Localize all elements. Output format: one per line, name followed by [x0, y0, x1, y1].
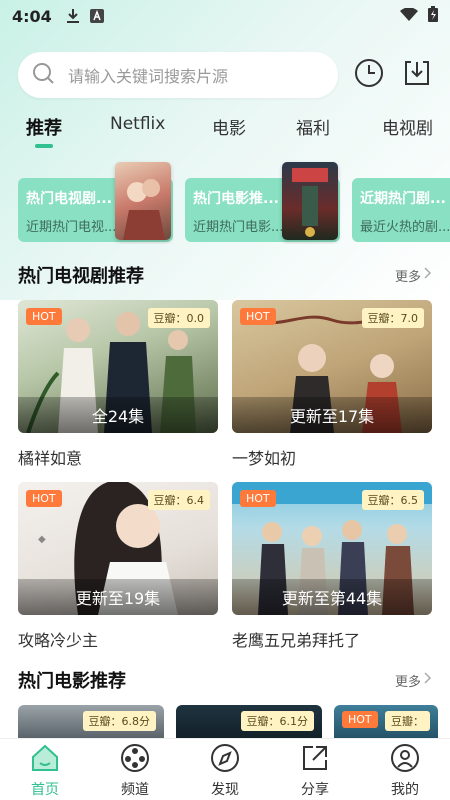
banner-recent-drama[interactable]: 近期热门剧... 最近火热的剧...	[352, 178, 450, 242]
home-icon	[30, 743, 60, 777]
episode-status: 更新至第44集	[232, 579, 432, 615]
battery-icon	[428, 6, 438, 26]
header-background	[0, 0, 450, 300]
nav-label: 发现	[211, 782, 239, 798]
status-time: 4:04	[12, 6, 52, 26]
card-thumbnail: ◆ HOT 豆瓣：6.4 更新至19集	[18, 482, 218, 615]
tab-tv-series[interactable]: 电视剧	[382, 114, 433, 139]
tab-movies[interactable]: 电影	[212, 114, 246, 139]
banner-poster	[115, 162, 171, 240]
tv-card[interactable]: HOT 豆瓣：6.5 更新至第44集 老鹰五兄弟拜托了	[232, 482, 432, 651]
banner-title: 近期热门剧...	[360, 191, 446, 207]
hot-badge: HOT	[240, 308, 276, 325]
douban-score-badge: 豆瓣：6.1分	[240, 711, 314, 731]
tab-netflix[interactable]: Netflix	[110, 114, 165, 134]
banner-subtitle: 近期热门电影...	[193, 220, 284, 235]
nav-profile[interactable]: 我的	[360, 739, 450, 800]
tab-recommend[interactable]: 推荐	[26, 114, 62, 140]
active-tab-indicator	[35, 144, 53, 148]
card-title: 攻略冷少主	[18, 631, 99, 650]
nav-channels[interactable]: 频道	[90, 739, 180, 800]
nav-discover[interactable]: 发现	[180, 739, 270, 800]
douban-score-badge: 豆瓣：0.0	[147, 308, 210, 328]
card-thumbnail: HOT 豆瓣：6.5 更新至第44集	[232, 482, 432, 615]
banner-hot-tv[interactable]: 热门电视剧... 近期热门电视...	[18, 162, 173, 242]
tv-card[interactable]: HOT 豆瓣：0.0 全24集 橘祥如意	[18, 300, 218, 469]
nav-label: 我的	[391, 782, 419, 798]
hot-badge: HOT	[26, 490, 62, 507]
category-tabs: 推荐 Netflix 电影 福利 电视剧	[0, 108, 450, 148]
search-placeholder: 请输入关键词搜索片源	[68, 67, 229, 86]
more-label: 更多	[394, 269, 421, 285]
app-notification-icon	[89, 9, 104, 23]
banner-subtitle: 最近火热的剧...	[360, 220, 450, 235]
more-label: 更多	[394, 674, 421, 690]
tv-card[interactable]: HOT 豆瓣：7.0 更新至17集 一梦如初	[232, 300, 432, 469]
banner-poster	[282, 162, 338, 240]
svg-text:◆: ◆	[38, 534, 46, 545]
compass-icon	[210, 743, 240, 777]
section-title: 热门电视剧推荐	[18, 266, 144, 287]
episode-status: 全24集	[18, 397, 218, 433]
topic-banners: 热门电视剧... 近期热门电视... 热门电影推... 近期热门电影... 近期…	[18, 160, 450, 244]
section-header-movie: 热门电影推荐 更多	[18, 665, 432, 695]
download-icon	[402, 58, 432, 92]
douban-score-badge: 豆瓣：6.8分	[82, 711, 156, 731]
douban-score-badge: 豆瓣：6.4	[147, 490, 210, 510]
nav-label: 首页	[31, 782, 59, 798]
banner-subtitle: 近期热门电视...	[26, 220, 117, 235]
status-bar: 4:04	[0, 0, 450, 32]
hot-badge: HOT	[26, 308, 62, 325]
user-icon	[390, 743, 420, 777]
nav-label: 分享	[301, 782, 329, 798]
section-header-tv: 热门电视剧推荐 更多	[18, 260, 432, 290]
card-thumbnail: HOT 豆瓣：7.0 更新至17集	[232, 300, 432, 433]
chevron-right-icon	[424, 267, 432, 283]
more-link[interactable]: 更多	[395, 671, 432, 690]
hot-badge: HOT	[240, 490, 276, 507]
section-title: 热门电影推荐	[18, 671, 126, 692]
douban-score-badge: 豆瓣：7.0	[361, 308, 424, 328]
history-button[interactable]	[352, 58, 386, 92]
clock-icon	[354, 58, 384, 92]
search-icon	[32, 62, 54, 88]
tv-card[interactable]: ◆ HOT 豆瓣：6.4 更新至19集 攻略冷少主	[18, 482, 218, 651]
search-row: 请输入关键词搜索片源	[18, 52, 438, 98]
nav-home[interactable]: 首页	[0, 739, 90, 800]
card-thumbnail: HOT 豆瓣：0.0 全24集	[18, 300, 218, 433]
episode-status: 更新至17集	[232, 397, 432, 433]
more-link[interactable]: 更多	[395, 266, 432, 285]
bottom-navigation: 首页 频道 发现 分享 我的	[0, 738, 450, 800]
hot-badge: HOT	[342, 711, 378, 728]
card-title: 橘祥如意	[18, 449, 83, 468]
download-status-icon	[66, 8, 80, 24]
search-input[interactable]: 请输入关键词搜索片源	[18, 52, 338, 98]
episode-status: 更新至19集	[18, 579, 218, 615]
share-icon	[300, 743, 330, 777]
card-title: 老鹰五兄弟拜托了	[232, 631, 361, 650]
douban-score-badge: 豆瓣：6.5	[361, 490, 424, 510]
film-reel-icon	[120, 743, 150, 777]
nav-label: 频道	[121, 782, 149, 798]
wifi-icon	[400, 6, 418, 26]
banner-title: 热门电视剧...	[26, 191, 112, 207]
douban-score-badge: 豆瓣：	[385, 711, 430, 731]
banner-title: 热门电影推...	[193, 191, 279, 207]
chevron-right-icon	[424, 672, 432, 688]
card-title: 一梦如初	[232, 449, 297, 468]
banner-hot-movie[interactable]: 热门电影推... 近期热门电影...	[185, 162, 340, 242]
download-button[interactable]	[400, 58, 434, 92]
nav-share[interactable]: 分享	[270, 739, 360, 800]
tab-welfare[interactable]: 福利	[296, 114, 330, 139]
